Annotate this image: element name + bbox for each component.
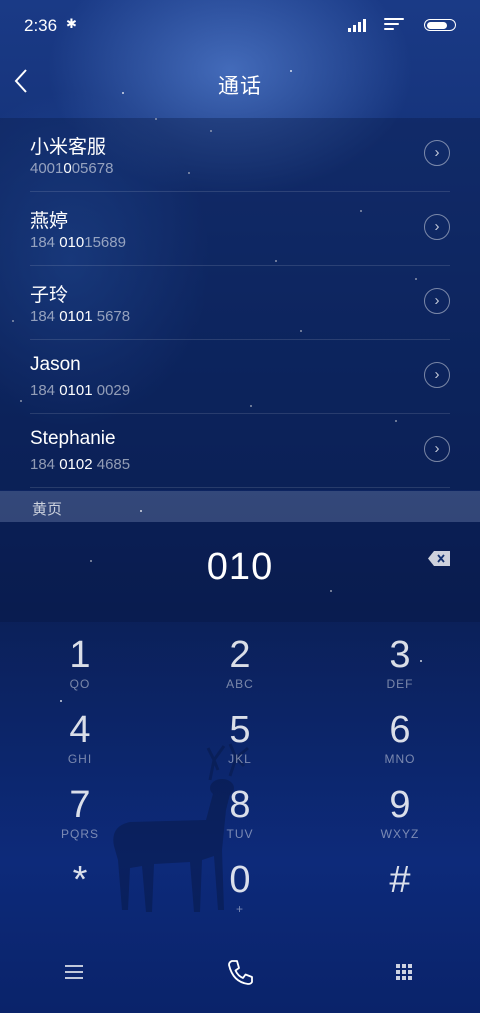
bottom-bar (0, 930, 480, 1013)
section-label: 黄页 (32, 501, 63, 518)
battery-icon (424, 19, 456, 31)
key-2[interactable]: 2 ABC (180, 634, 300, 704)
contact-name: 子玲 (30, 285, 69, 306)
key-hash[interactable]: # (340, 859, 460, 929)
details-chevron-icon[interactable]: › (424, 436, 450, 462)
dial-entry: 010 (0, 522, 480, 622)
key-1[interactable]: 1 QO (20, 634, 140, 704)
contact-search-results: 小米客服 4001005678 › 燕婷 184 01015689 › 子玲 1… (0, 118, 480, 490)
signal-icon (348, 18, 370, 32)
details-chevron-icon[interactable]: › (424, 288, 450, 314)
contact-row[interactable]: Jason 184 0101 0029 › (30, 340, 450, 414)
status-bar: 2:36 ✱ (0, 0, 480, 52)
page-title: 通话 (218, 75, 262, 98)
contact-number: 4001005678 (30, 160, 114, 177)
contact-row[interactable]: 子玲 184 0101 5678 › (30, 266, 450, 340)
key-6[interactable]: 6 MNO (340, 709, 460, 779)
backspace-icon[interactable] (428, 551, 450, 566)
dialpad-icon[interactable] (384, 952, 424, 992)
contact-row[interactable]: 小米客服 4001005678 › (30, 118, 450, 192)
yellow-pages-section[interactable]: 黄页 (0, 491, 480, 522)
number-match: 0 (63, 160, 72, 177)
contact-number: 184 0101 0029 (30, 382, 131, 399)
status-time: 2:36 (24, 16, 58, 35)
contact-number: 184 0101 5678 (30, 308, 131, 325)
menu-icon[interactable] (54, 952, 94, 992)
header: 通话 (0, 56, 480, 112)
key-star[interactable]: * (20, 859, 140, 929)
key-0[interactable]: 0 + (180, 859, 300, 929)
phone-icon[interactable] (220, 952, 260, 992)
contact-row[interactable]: Stephanie 184 0102 4685 › (30, 414, 450, 488)
contact-name: Jason (30, 354, 81, 375)
key-8[interactable]: 8 TUV (180, 784, 300, 854)
wifi-icon (384, 18, 404, 32)
bluetooth-icon: ✱ (66, 16, 77, 31)
contact-number: 184 01015689 (30, 234, 126, 251)
details-chevron-icon[interactable]: › (424, 362, 450, 388)
key-9[interactable]: 9 WXYZ (340, 784, 460, 854)
contact-name: 小米客服 (30, 137, 107, 158)
key-5[interactable]: 5 JKL (180, 709, 300, 779)
details-chevron-icon[interactable]: › (424, 140, 450, 166)
dialpad: 1 QO 2 ABC 3 DEF 4 GHI 5 JKL 6 MNO 7 PQRS 8 TUV … (0, 622, 480, 922)
key-3[interactable]: 3 DEF (340, 634, 460, 704)
number-match: 010 (59, 234, 85, 251)
number-match: 0101 (59, 382, 93, 399)
contact-name: Stephanie (30, 428, 116, 449)
contact-row[interactable]: 燕婷 184 01015689 › (30, 192, 450, 266)
key-4[interactable]: 4 GHI (20, 709, 140, 779)
details-chevron-icon[interactable]: › (424, 214, 450, 240)
dialed-number: 010 (206, 546, 274, 588)
number-match: 0101 (59, 308, 93, 325)
number-match: 0102 (59, 456, 93, 473)
contact-number: 184 0102 4685 (30, 456, 131, 473)
key-7[interactable]: 7 PQRS (20, 784, 140, 854)
contact-name: 燕婷 (30, 211, 69, 232)
